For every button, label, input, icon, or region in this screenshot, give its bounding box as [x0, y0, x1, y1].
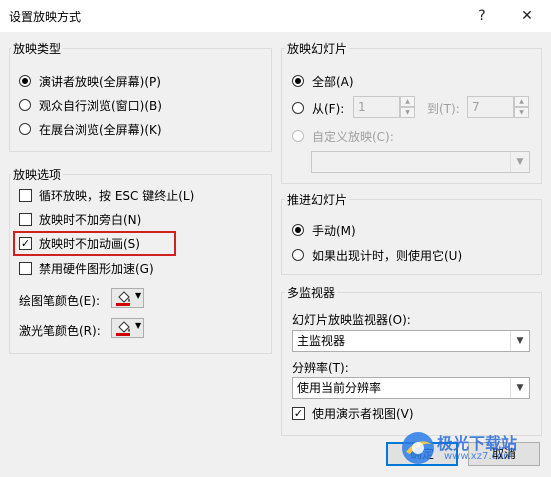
disable-hw-label[interactable]: 禁用硬件图形加速(G) [39, 260, 154, 277]
help-button[interactable]: ? [469, 5, 495, 27]
monitor-select[interactable]: 主监视器 ▼ [292, 330, 530, 352]
radio-audience[interactable] [19, 99, 31, 111]
no-animation-label[interactable]: 放映时不加动画(S) [39, 235, 140, 252]
monitor-label: 幻灯片放映监视器(O): [292, 313, 411, 327]
show-options-label: 放映选项 [11, 166, 64, 183]
to-label: 到(T): [427, 102, 460, 116]
laser-color-swatch [116, 333, 130, 336]
radio-presenter[interactable] [19, 75, 31, 87]
paint-bucket-icon [116, 321, 130, 336]
from-input[interactable]: 1 [353, 96, 400, 118]
to-spinner[interactable]: ▲ ▼ [514, 96, 529, 118]
watermark-logo-icon [402, 432, 434, 464]
loop-label[interactable]: 循环放映，按 ESC 键终止(L) [39, 187, 194, 204]
paint-bucket-icon [116, 291, 130, 306]
radio-custom-label: 自定义放映(C): [312, 130, 394, 144]
resolution-value: 使用当前分辨率 [297, 381, 382, 395]
presenter-view-checkbox[interactable]: ✓ [292, 407, 305, 420]
laser-color-picker[interactable]: ▼ [111, 318, 144, 338]
chevron-down-icon: ▼ [510, 378, 529, 398]
loop-checkbox[interactable] [19, 189, 32, 202]
chevron-down-icon: ▼ [510, 152, 529, 172]
advance-label: 推进幻灯片 [285, 191, 350, 208]
monitor-value: 主监视器 [297, 334, 346, 348]
spin-up-icon[interactable]: ▲ [514, 96, 529, 107]
resolution-select[interactable]: 使用当前分辨率 ▼ [292, 377, 530, 399]
radio-timings-label[interactable]: 如果出现计时，则使用它(U) [312, 247, 462, 264]
laser-color-label: 激光笔颜色(R): [19, 324, 101, 338]
dropdown-arrow-icon: ▼ [135, 291, 142, 300]
radio-timings[interactable] [292, 249, 304, 261]
radio-from-label[interactable]: 从(F): [312, 100, 344, 117]
show-type-label: 放映类型 [11, 40, 64, 57]
watermark-url: www.xz7.com [444, 451, 513, 462]
to-input[interactable]: 7 [467, 96, 514, 118]
spin-up-icon[interactable]: ▲ [400, 96, 415, 107]
no-narration-label[interactable]: 放映时不加旁白(N) [39, 211, 141, 228]
chevron-down-icon: ▼ [510, 331, 529, 351]
monitors-label: 多监视器 [285, 284, 338, 301]
pen-color-swatch [116, 303, 130, 306]
spin-down-icon[interactable]: ▼ [514, 107, 529, 118]
slides-label: 放映幻灯片 [285, 40, 350, 57]
close-button[interactable]: ✕ [514, 5, 540, 27]
radio-kiosk-label[interactable]: 在展台浏览(全屏幕)(K) [39, 121, 162, 138]
resolution-label: 分辨率(T): [292, 361, 349, 375]
radio-all-slides-label[interactable]: 全部(A) [312, 73, 354, 90]
dropdown-arrow-icon: ▼ [135, 321, 142, 330]
radio-kiosk[interactable] [19, 123, 31, 135]
radio-audience-label[interactable]: 观众自行浏览(窗口)(B) [39, 97, 162, 114]
radio-custom-show[interactable] [292, 130, 304, 142]
pen-color-label: 绘图笔颜色(E): [19, 294, 100, 308]
no-animation-checkbox[interactable]: ✓ [19, 237, 32, 250]
radio-manual-label[interactable]: 手动(M) [312, 222, 356, 239]
radio-manual[interactable] [292, 224, 304, 236]
presenter-view-label[interactable]: 使用演示者视图(V) [312, 405, 414, 422]
disable-hw-checkbox[interactable] [19, 262, 32, 275]
dialog-title: 设置放映方式 [9, 10, 82, 24]
radio-presenter-label[interactable]: 演讲者放映(全屏幕)(P) [39, 73, 161, 90]
custom-show-select[interactable]: ▼ [311, 151, 530, 173]
no-narration-checkbox[interactable] [19, 213, 32, 226]
radio-from-slides[interactable] [292, 102, 304, 114]
radio-all-slides[interactable] [292, 75, 304, 87]
spin-down-icon[interactable]: ▼ [400, 107, 415, 118]
from-spinner[interactable]: ▲ ▼ [400, 96, 415, 118]
pen-color-picker[interactable]: ▼ [111, 288, 144, 308]
